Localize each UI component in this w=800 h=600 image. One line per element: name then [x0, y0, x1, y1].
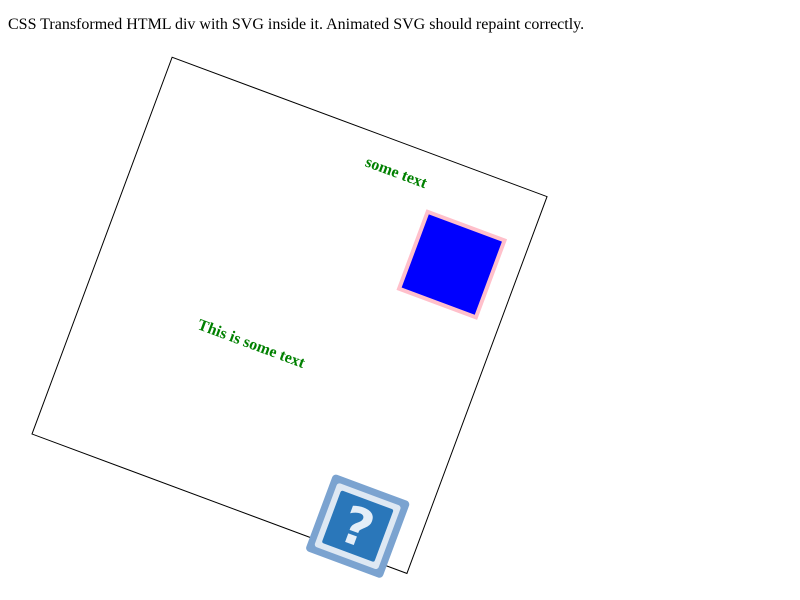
transformed-div: is some text This is some text ? — [31, 56, 548, 578]
